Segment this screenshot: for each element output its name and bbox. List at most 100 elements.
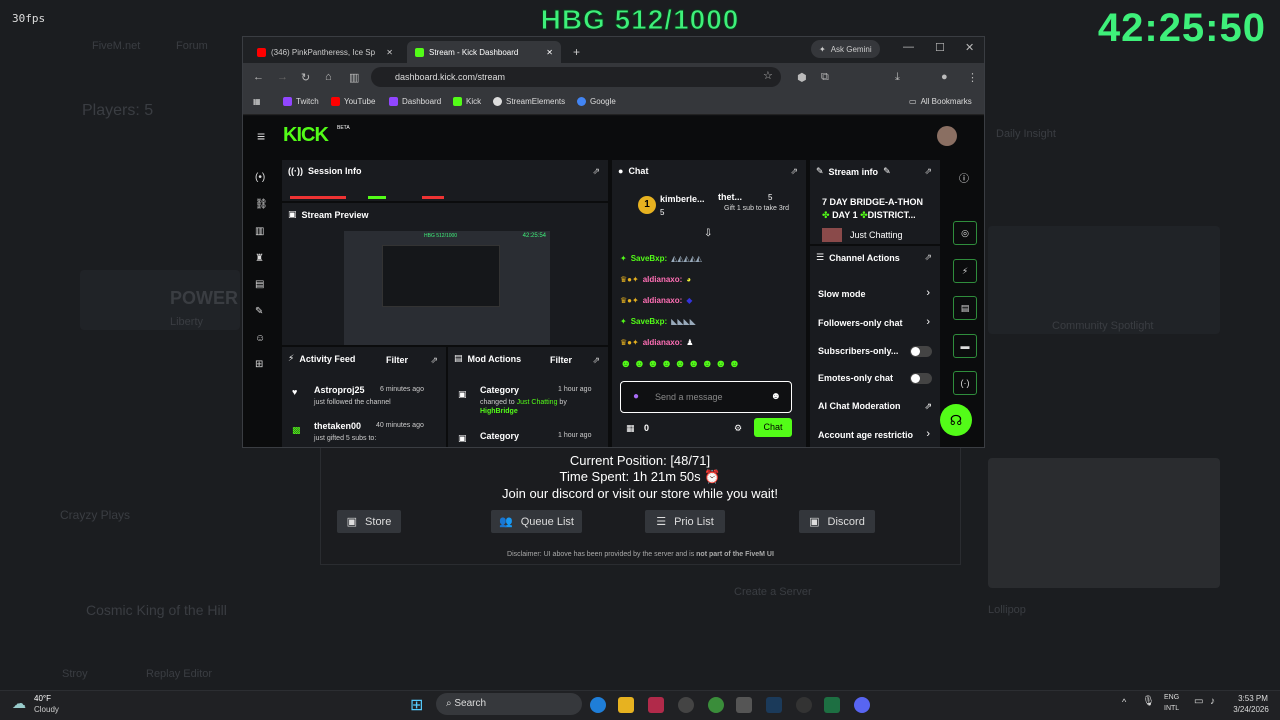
emotes-only-toggle[interactable] bbox=[910, 373, 932, 384]
chevron-right-icon[interactable]: › bbox=[926, 287, 930, 299]
minimize-icon[interactable]: — bbox=[903, 41, 914, 53]
popout-icon[interactable]: ⇗ bbox=[592, 355, 600, 366]
chat-message[interactable]: ♛●✦ aldianaxo: ◆ bbox=[620, 296, 692, 305]
chat-input[interactable]: ● Send a message ☻ bbox=[620, 381, 792, 413]
info-icon[interactable]: ⓘ bbox=[959, 170, 969, 185]
close-icon[interactable]: ✕ bbox=[386, 48, 393, 57]
stream-category[interactable]: Just Chatting bbox=[850, 230, 903, 240]
ai-moderation-option[interactable]: AI Chat Moderation bbox=[818, 401, 901, 411]
bookmark-streamelements[interactable]: StreamElements bbox=[493, 97, 565, 106]
close-icon[interactable]: ✕ bbox=[546, 48, 553, 57]
mic-icon[interactable]: 🎙 bbox=[1142, 696, 1155, 707]
all-bookmarks[interactable]: ▭ All Bookmarks bbox=[909, 97, 972, 106]
lang-primary[interactable]: ENG bbox=[1164, 694, 1179, 701]
activity-filter-button[interactable]: Filter bbox=[386, 355, 408, 365]
dashboard-icon[interactable]: ⊞ bbox=[255, 359, 263, 370]
app-icon[interactable] bbox=[678, 697, 694, 713]
wrench-icon[interactable]: ✎ bbox=[255, 306, 263, 317]
chart-icon[interactable]: ▥ bbox=[255, 226, 264, 237]
discord-icon[interactable] bbox=[854, 697, 870, 713]
url-bar[interactable]: dashboard.kick.com/stream bbox=[371, 67, 781, 87]
link-icon[interactable]: ⛓ bbox=[255, 199, 268, 210]
taskbar-time[interactable]: 3:53 PM bbox=[1230, 694, 1276, 703]
steam-icon[interactable] bbox=[766, 697, 782, 713]
chat-message[interactable]: ♛●✦ aldianaxo: ♟ bbox=[620, 338, 693, 347]
subscribers-only-option[interactable]: Subscribers-only... bbox=[818, 346, 898, 356]
profile-icon[interactable]: ● bbox=[941, 71, 948, 83]
broadcast-icon[interactable]: (•) bbox=[255, 172, 265, 183]
maximize-icon[interactable]: ☐ bbox=[935, 41, 945, 54]
settings-icon[interactable]: ⚙ bbox=[734, 423, 742, 434]
pin-icon[interactable]: ⇩ bbox=[704, 228, 712, 239]
popout-icon[interactable]: ⇗ bbox=[592, 166, 600, 177]
bolt-icon[interactable]: ⚡ bbox=[953, 259, 977, 283]
scan-icon[interactable]: ◎ bbox=[953, 221, 977, 245]
chat-user[interactable]: SaveBxp: bbox=[631, 254, 667, 263]
mod-filter-button[interactable]: Filter bbox=[550, 355, 572, 365]
store-icon[interactable]: ▦ bbox=[626, 423, 635, 434]
trophy-icon[interactable]: ♜ bbox=[255, 253, 264, 264]
ask-gemini-button[interactable]: ✦ Ask Gemini bbox=[811, 40, 880, 58]
support-headset-icon[interactable]: ☊ bbox=[940, 404, 972, 436]
app-icon[interactable] bbox=[796, 697, 812, 713]
app-icon[interactable] bbox=[648, 697, 664, 713]
top-gifter-2[interactable]: thet... bbox=[718, 192, 742, 202]
bookmark-youtube[interactable]: YouTube bbox=[331, 97, 375, 106]
chat-send-button[interactable]: Chat bbox=[754, 418, 792, 437]
chat-message[interactable]: ♛●✦ aldianaxo: ◕ bbox=[620, 275, 691, 284]
tab-kick-dashboard[interactable]: Stream - Kick Dashboard ✕ bbox=[407, 41, 561, 63]
slow-mode-option[interactable]: Slow mode bbox=[818, 289, 866, 299]
chat-user[interactable]: aldianaxo: bbox=[643, 275, 683, 284]
discord-button[interactable]: ▣ Discord bbox=[799, 510, 875, 533]
excel-icon[interactable] bbox=[824, 697, 840, 713]
bookmark-google[interactable]: Google bbox=[577, 97, 616, 106]
store-button[interactable]: ▣ Store bbox=[337, 510, 401, 533]
top-gifter-1[interactable]: kimberle... bbox=[660, 194, 705, 204]
chat-user[interactable]: aldianaxo: bbox=[643, 338, 683, 347]
emotes-only-option[interactable]: Emotes-only chat bbox=[818, 373, 893, 383]
document-icon[interactable]: ▤ bbox=[953, 296, 977, 320]
edit-icon[interactable]: ✎ bbox=[883, 166, 891, 177]
menu-icon[interactable]: ⋮ bbox=[967, 71, 978, 84]
popout-icon[interactable]: ⇗ bbox=[924, 252, 932, 263]
puzzle-icon[interactable]: ⧉ bbox=[821, 71, 829, 84]
prio-list-button[interactable]: ☰ Prio List bbox=[645, 510, 725, 533]
emoji-icon[interactable]: ☻ bbox=[770, 391, 781, 402]
edge-icon[interactable] bbox=[590, 697, 606, 713]
mic-icon[interactable]: ● bbox=[633, 391, 639, 402]
bookmark-twitch[interactable]: Twitch bbox=[283, 97, 319, 106]
queue-list-button[interactable]: 👥 Queue List bbox=[491, 510, 582, 533]
forward-icon[interactable]: → bbox=[277, 71, 288, 83]
chevron-up-icon[interactable]: ^ bbox=[1122, 697, 1126, 707]
chevron-right-icon[interactable]: › bbox=[926, 316, 930, 328]
lang-secondary[interactable]: INTL bbox=[1164, 705, 1179, 712]
account-age-option[interactable]: Account age restrictio bbox=[818, 430, 913, 440]
bookmark-dashboard[interactable]: Dashboard bbox=[389, 97, 441, 106]
extension-icon[interactable]: ⬢ bbox=[797, 71, 807, 84]
back-icon[interactable]: ← bbox=[253, 71, 264, 83]
chat-bubble-icon[interactable]: ▬ bbox=[953, 334, 977, 358]
apps-icon[interactable]: ▦ bbox=[253, 97, 261, 106]
taskbar-search[interactable]: ⌕ Search bbox=[436, 693, 582, 715]
network-icon[interactable]: ▭ bbox=[1194, 696, 1203, 707]
kick-logo[interactable]: KICK bbox=[283, 124, 329, 147]
app-icon[interactable] bbox=[736, 697, 752, 713]
gift-cta[interactable]: Gift 1 sub to take 3rd bbox=[724, 205, 794, 213]
chat-user[interactable]: SaveBxp: bbox=[631, 317, 667, 326]
bookmark-kick[interactable]: Kick bbox=[453, 97, 481, 106]
chrome-icon[interactable] bbox=[708, 697, 724, 713]
subscribers-only-toggle[interactable] bbox=[910, 346, 932, 357]
reload-icon[interactable]: ↻ bbox=[301, 71, 310, 84]
window-close-icon[interactable]: ✕ bbox=[965, 41, 974, 54]
tab-youtube[interactable]: (346) PinkPantheress, Ice Sp ✕ bbox=[249, 41, 401, 63]
activity-user-2[interactable]: thetaken00 bbox=[314, 421, 361, 431]
external-link-icon[interactable]: ⇗ bbox=[924, 401, 932, 412]
explorer-icon[interactable] bbox=[618, 697, 634, 713]
hamburger-icon[interactable]: ≡ bbox=[257, 128, 265, 144]
preview-video[interactable]: HBG 512/1000 42:25:54 bbox=[344, 231, 550, 345]
users-icon[interactable]: ☺ bbox=[255, 333, 265, 344]
followers-only-option[interactable]: Followers-only chat bbox=[818, 318, 903, 328]
home-icon[interactable]: ⌂ bbox=[325, 71, 332, 83]
broadcast-icon[interactable]: (·) bbox=[953, 371, 977, 395]
chevron-right-icon[interactable]: › bbox=[926, 428, 930, 440]
